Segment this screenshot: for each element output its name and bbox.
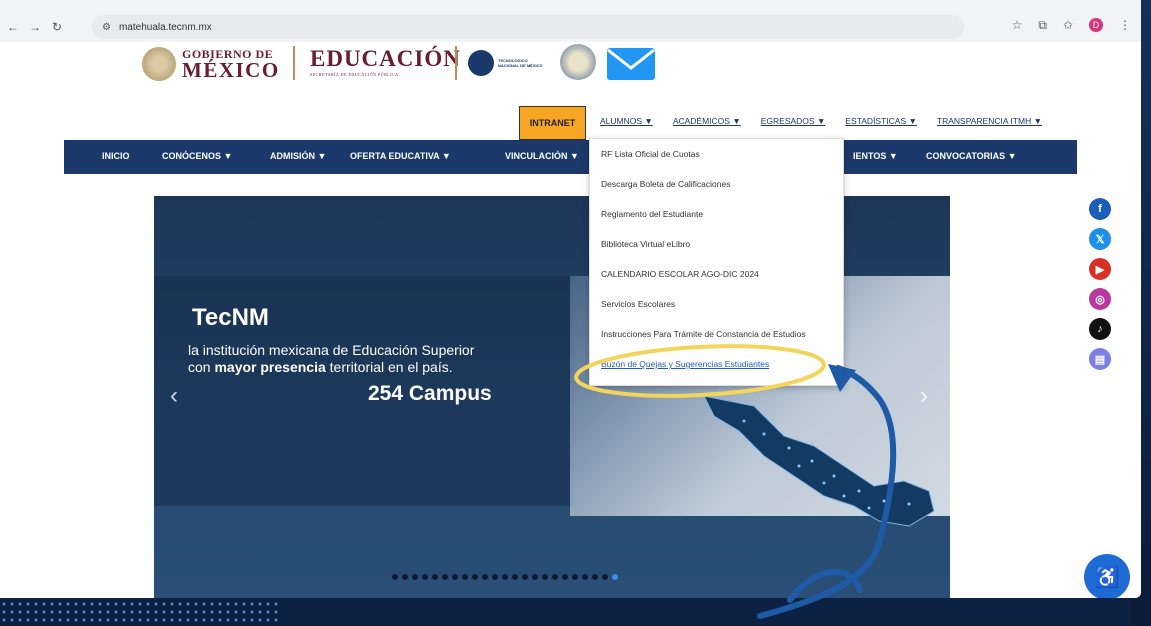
carousel-prev-icon[interactable]: ‹: [170, 382, 178, 410]
carousel-dot[interactable]: [402, 574, 408, 580]
mail-icon[interactable]: [606, 46, 656, 82]
logo-divider: [455, 46, 457, 80]
url-text: matehuala.tecnm.mx: [118, 21, 212, 33]
dropdown-item-cuotas[interactable]: RF Lista Oficial de Cuotas: [590, 139, 843, 169]
nav-inicio[interactable]: INICIO: [102, 151, 130, 161]
carousel-dot[interactable]: [492, 574, 498, 580]
carousel-campus-count: 254 Campus: [368, 382, 492, 405]
nav-conocenos[interactable]: CONÓCENOS ▼: [162, 151, 232, 161]
alumnos-dropdown-menu: RF Lista Oficial de Cuotas Descarga Bole…: [589, 138, 844, 386]
top-menu-egresados[interactable]: EGRESADOS ▼: [761, 116, 826, 126]
carousel-dot[interactable]: [542, 574, 548, 580]
carousel-dot[interactable]: [522, 574, 528, 580]
dropdown-item-servicios[interactable]: Servicios Escolares: [590, 289, 843, 319]
top-menu-academicos[interactable]: ACADÉMICOS ▼: [673, 116, 741, 126]
gob-line2: MÉXICO: [182, 57, 280, 82]
top-menu-alumnos[interactable]: ALUMNOS ▼: [600, 116, 653, 126]
dropdown-item-reglamento[interactable]: Reglamento del Estudiante: [590, 199, 843, 229]
dropdown-item-constancia[interactable]: Instrucciones Para Trámite de Constancia…: [590, 319, 843, 349]
carousel-dot[interactable]: [512, 574, 518, 580]
carousel-text: la institución mexicana de Educación Sup…: [188, 342, 475, 375]
carousel-dot[interactable]: [612, 574, 618, 580]
carousel-dot[interactable]: [462, 574, 468, 580]
main-nav: INICIO CONÓCENOS ▼ ADMISIÓN ▼ OFERTA EDU…: [64, 140, 1077, 174]
instagram-icon[interactable]: ◎: [1089, 288, 1111, 310]
back-arrow-icon[interactable]: ←: [4, 20, 22, 34]
carousel-dot[interactable]: [432, 574, 438, 580]
carousel-dot[interactable]: [562, 574, 568, 580]
educ-title: EDUCACIÓN: [310, 46, 461, 71]
site-settings-icon[interactable]: ⚙: [102, 22, 111, 33]
facebook-icon[interactable]: f: [1089, 198, 1111, 220]
carousel-dot[interactable]: [442, 574, 448, 580]
top-menu-estadisticas[interactable]: ESTADÍSTICAS ▼: [845, 116, 917, 126]
menu-kebab-icon[interactable]: ⋮: [1119, 18, 1131, 33]
dropdown-item-calendario[interactable]: CALENDARIO ESCOLAR AGO-DIC 2024: [590, 259, 843, 289]
bookmarks-icon[interactable]: ✩: [1063, 18, 1073, 33]
carousel-dots: [392, 574, 618, 580]
x-icon[interactable]: 𝕏: [1089, 228, 1111, 250]
carousel-dot[interactable]: [422, 574, 428, 580]
educacion-logo[interactable]: EDUCACIÓN SECRETARÍA DE EDUCACIÓN PÚBLIC…: [310, 46, 461, 77]
carousel-dot[interactable]: [412, 574, 418, 580]
bookmark-star-icon[interactable]: ☆: [1012, 18, 1023, 33]
web-page: GOBIERNO DE MÉXICO EDUCACIÓN SECRETARÍA …: [0, 42, 1141, 598]
seal-icon: [142, 47, 176, 81]
carousel-dot[interactable]: [532, 574, 538, 580]
carousel-dot[interactable]: [582, 574, 588, 580]
profile-avatar[interactable]: D: [1089, 18, 1103, 32]
carousel-next-icon[interactable]: ›: [920, 382, 928, 410]
tecnm-text2: NACIONAL DE MÉXICO: [498, 63, 543, 68]
document-icon[interactable]: ▤: [1089, 348, 1111, 370]
accessibility-icon[interactable]: ♿: [1084, 554, 1130, 598]
carousel-dot[interactable]: [502, 574, 508, 580]
tecnm-logo[interactable]: TECNOLÓGICO NACIONAL DE MÉXICO: [468, 48, 550, 78]
youtube-icon[interactable]: ▶: [1089, 258, 1111, 280]
logo-divider: [293, 46, 295, 80]
nav-vinculacion[interactable]: VINCULACIÓN ▼: [505, 151, 579, 161]
intranet-button[interactable]: INTRANET: [519, 106, 586, 140]
educ-sub: SECRETARÍA DE EDUCACIÓN PÚBLICA: [310, 72, 399, 77]
reload-icon[interactable]: ↻: [48, 20, 66, 34]
address-bar[interactable]: ⚙ matehuala.tecnm.mx: [92, 15, 964, 39]
carousel-dot[interactable]: [602, 574, 608, 580]
nav-admision[interactable]: ADMISIÓN ▼: [270, 151, 326, 161]
browser-window: ← → ↻ ⚙ matehuala.tecnm.mx ☆ ⧉ ✩ D ⋮ GOB…: [0, 0, 1141, 598]
carousel-bold-text: mayor presencia: [214, 359, 326, 375]
dropdown-item-boleta[interactable]: Descarga Boleta de Calificaciones: [590, 169, 843, 199]
tiktok-icon[interactable]: ♪: [1089, 318, 1111, 340]
nav-oferta-educativa[interactable]: OFERTA EDUCATIVA ▼: [350, 151, 451, 161]
top-menu-transparencia[interactable]: TRANSPARENCIA ITMH ▼: [937, 116, 1042, 126]
dropdown-item-buzon[interactable]: Buzón de Quejas y Sugerencias Estudiante…: [590, 349, 843, 379]
gear-icon: [468, 50, 494, 76]
forward-arrow-icon[interactable]: →: [26, 20, 44, 34]
carousel-line1: la institución mexicana de Educación Sup…: [188, 342, 475, 358]
carousel-title: TecNM: [192, 304, 269, 331]
carousel-dot[interactable]: [572, 574, 578, 580]
nav-convocatorias[interactable]: CONVOCATORIAS ▼: [926, 151, 1017, 161]
carousel-dot[interactable]: [472, 574, 478, 580]
browser-toolbar: ← → ↻ ⚙ matehuala.tecnm.mx ☆ ⧉ ✩ D ⋮: [0, 12, 1141, 42]
gobierno-mexico-logo[interactable]: GOBIERNO DE MÉXICO: [142, 44, 280, 84]
carousel-dot[interactable]: [592, 574, 598, 580]
social-links: f 𝕏 ▶ ◎ ♪ ▤: [1089, 198, 1111, 370]
carousel-dot[interactable]: [552, 574, 558, 580]
top-menu: ALUMNOS ▼ ACADÉMICOS ▼ EGRESADOS ▼ ESTAD…: [600, 116, 1042, 126]
mexico-map-graphic: [703, 395, 935, 527]
browser-actions: ☆ ⧉ ✩ D ⋮: [1012, 18, 1131, 33]
carousel-dot[interactable]: [482, 574, 488, 580]
extensions-icon[interactable]: ⧉: [1038, 18, 1047, 33]
carousel-dot[interactable]: [452, 574, 458, 580]
carousel-dot[interactable]: [392, 574, 398, 580]
itmh-logo[interactable]: [560, 44, 596, 80]
dropdown-item-biblioteca[interactable]: Biblioteca Virtual eLibro: [590, 229, 843, 259]
nav-eventos[interactable]: IENTOS ▼: [853, 151, 898, 161]
